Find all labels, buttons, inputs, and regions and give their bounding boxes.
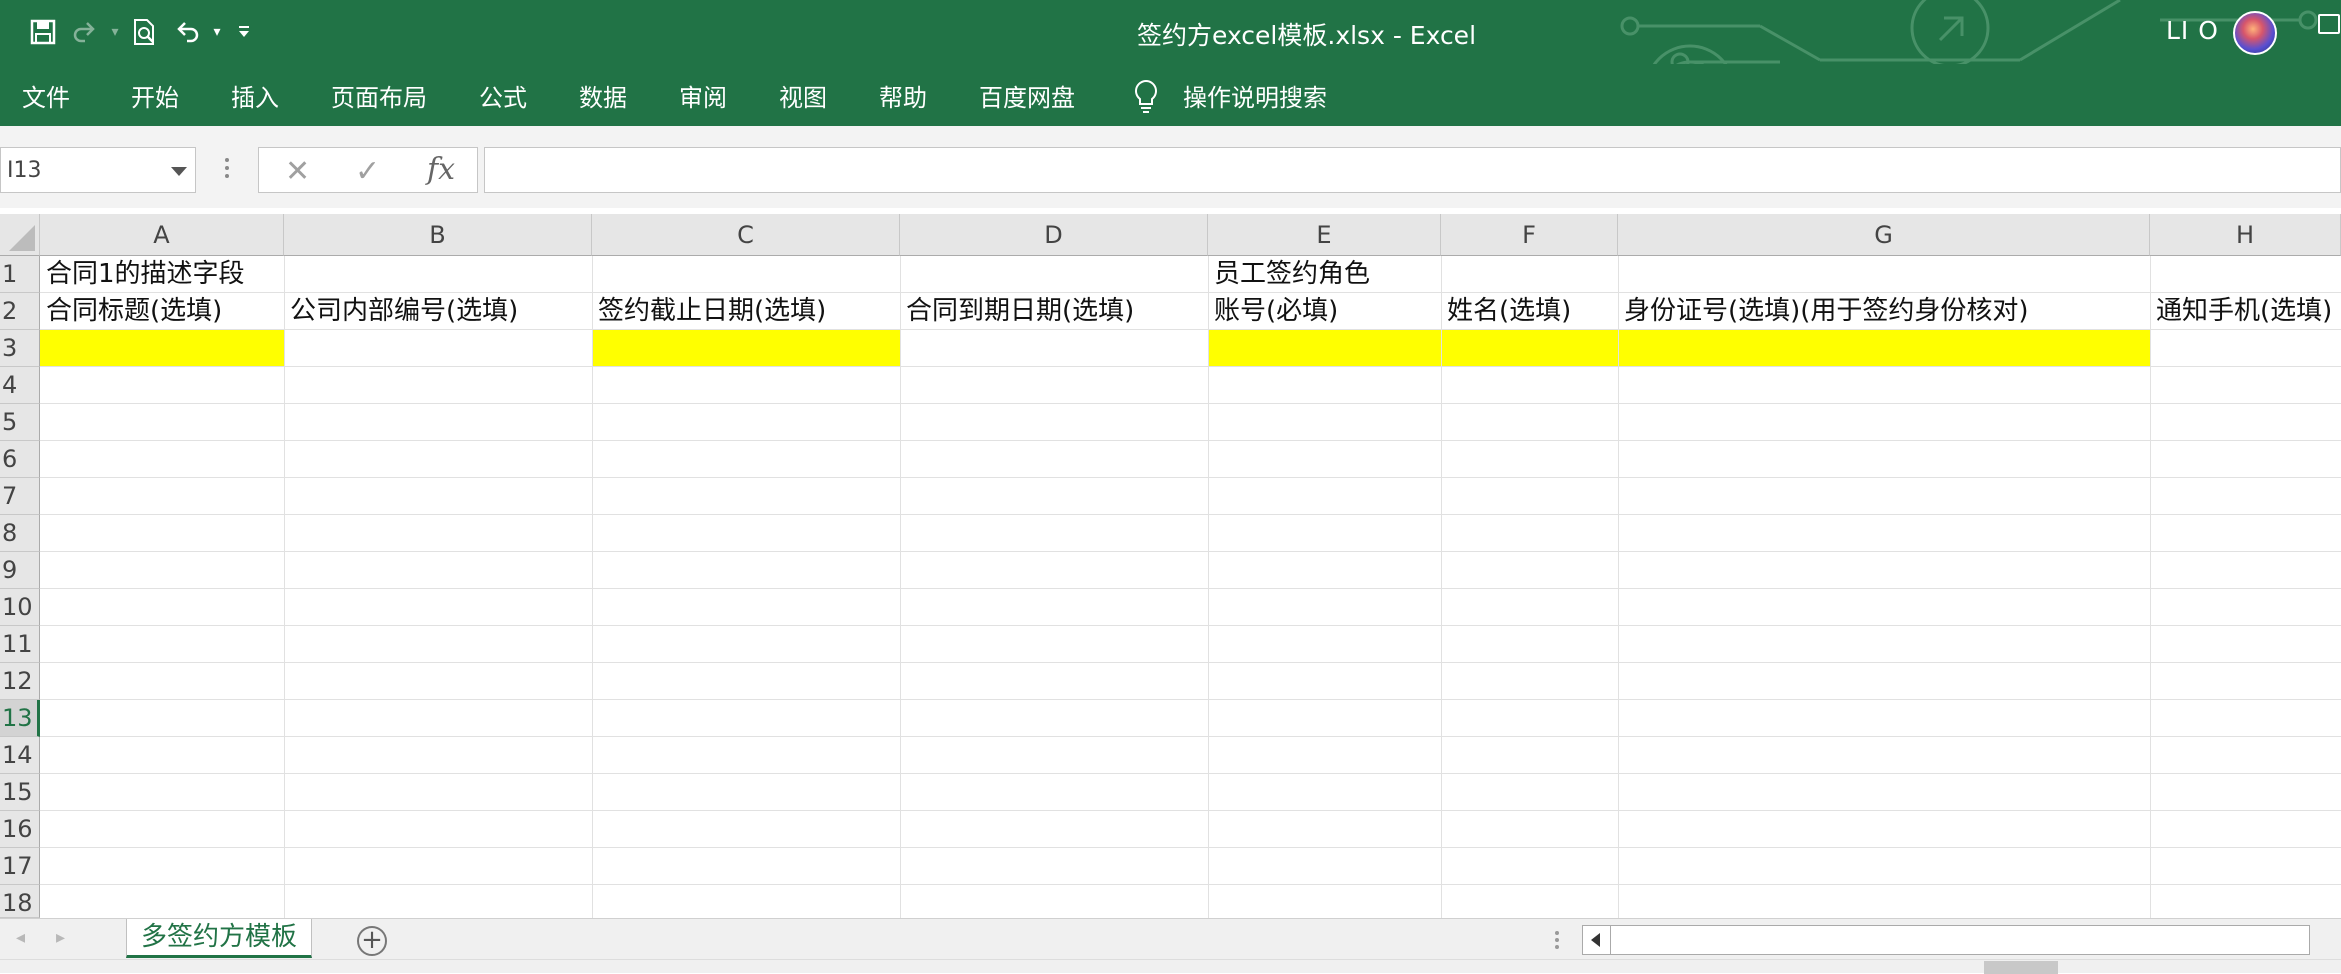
cell-a2[interactable]: 合同标题(选填) xyxy=(40,293,284,330)
row-header-12[interactable]: 12 xyxy=(0,663,40,700)
formula-input[interactable] xyxy=(484,147,2341,193)
avatar[interactable] xyxy=(2233,11,2277,55)
row-header-5[interactable]: 5 xyxy=(0,404,40,441)
row-header-6[interactable]: 6 xyxy=(0,441,40,478)
title-bar: ▾ ▾ 签约方excel模板.xlsx - Excel LI O xyxy=(0,0,2341,126)
name-box-value: I13 xyxy=(7,158,42,183)
tab-file[interactable]: 文件 xyxy=(22,78,70,113)
tab-formulas[interactable]: 公式 xyxy=(479,78,527,113)
row-header-1[interactable]: 1 xyxy=(0,256,40,293)
insert-function-icon[interactable]: fx xyxy=(427,152,455,187)
column-header-f[interactable]: F xyxy=(1441,214,1618,256)
formula-bar: I13 ✕ ✓ fx xyxy=(0,126,2341,208)
column-header-h[interactable]: H xyxy=(2150,214,2341,256)
tab-page-layout[interactable]: 页面布局 xyxy=(331,78,427,113)
row-header-8[interactable]: 8 xyxy=(0,515,40,552)
column-header-g[interactable]: G xyxy=(1618,214,2150,256)
row-header-17[interactable]: 17 xyxy=(0,848,40,885)
cell-a3[interactable] xyxy=(40,330,284,367)
resize-handle-icon[interactable] xyxy=(225,158,229,182)
print-preview-icon[interactable] xyxy=(124,14,166,50)
column-header-a[interactable]: A xyxy=(40,214,284,256)
row-header-4[interactable]: 4 xyxy=(0,367,40,404)
tell-me-search[interactable]: 操作说明搜索 xyxy=(1183,78,1327,113)
row-header-13[interactable]: 13 xyxy=(0,700,40,737)
row-header-15[interactable]: 15 xyxy=(0,774,40,811)
column-header-b[interactable]: B xyxy=(284,214,592,256)
row-header-10[interactable]: 10 xyxy=(0,589,40,626)
column-header-c[interactable]: C xyxy=(592,214,900,256)
horizontal-scrollbar[interactable] xyxy=(1582,925,2310,955)
cell-g2[interactable]: 身份证号(选填)(用于签约身份核对) xyxy=(1618,293,2150,330)
cancel-icon[interactable]: ✕ xyxy=(285,154,310,189)
ribbon-tabs: 文件 开始 插入 页面布局 公式 数据 审阅 视图 帮助 百度网盘 xyxy=(0,64,2341,126)
redo-icon[interactable] xyxy=(64,14,106,50)
sheet-tab[interactable]: 多签约方模板 xyxy=(126,919,312,958)
chevron-right-icon[interactable]: ▸ xyxy=(56,927,65,948)
row-header-9[interactable]: 9 xyxy=(0,552,40,589)
name-box[interactable]: I13 xyxy=(0,147,196,193)
row-header-11[interactable]: 11 xyxy=(0,626,40,663)
column-header-d[interactable]: D xyxy=(900,214,1208,256)
cell-b2[interactable]: 公司内部编号(选填) xyxy=(284,293,592,330)
page-break-view-button[interactable] xyxy=(2156,961,2230,974)
worksheet-grid[interactable]: A B C D E F G H 1 2 3 4 5 6 7 8 9 10 11 … xyxy=(0,208,2341,918)
undo-icon[interactable] xyxy=(166,14,208,50)
cell-c2[interactable]: 签约截止日期(选填) xyxy=(592,293,900,330)
enter-icon[interactable]: ✓ xyxy=(355,154,380,189)
cell-area[interactable]: 合同1的描述字段 员工签约角色 合同标题(选填) 公司内部编号(选填) 签约截止… xyxy=(40,256,2341,955)
lightbulb-icon xyxy=(1135,79,1157,113)
row-header-14[interactable]: 14 xyxy=(0,737,40,774)
cell-d2[interactable]: 合同到期日期(选填) xyxy=(900,293,1208,330)
row-header-18[interactable]: 18 xyxy=(0,885,40,918)
status-bar xyxy=(0,959,2341,974)
formula-buttons: ✕ ✓ fx xyxy=(258,147,478,193)
tab-view[interactable]: 视图 xyxy=(779,78,827,113)
row-header-3[interactable]: 3 xyxy=(0,330,40,367)
resize-handle-icon[interactable] xyxy=(1555,931,1559,953)
sheet-tab-bar: ◂ ▸ 多签约方模板 + xyxy=(0,918,2341,959)
cell-e2[interactable]: 账号(必填) xyxy=(1208,293,1441,330)
chevron-down-icon[interactable] xyxy=(171,167,187,176)
normal-view-button[interactable] xyxy=(1984,961,2058,974)
tab-data[interactable]: 数据 xyxy=(579,78,627,113)
ribbon-display-options-icon[interactable] xyxy=(2318,14,2340,34)
scroll-left-icon[interactable] xyxy=(1583,926,1611,954)
row-header-2[interactable]: 2 xyxy=(0,293,40,330)
column-header-e[interactable]: E xyxy=(1208,214,1441,256)
add-sheet-icon[interactable]: + xyxy=(357,926,387,956)
window-title: 签约方excel模板.xlsx - Excel xyxy=(1137,21,1477,50)
row-header-7[interactable]: 7 xyxy=(0,478,40,515)
tab-home[interactable]: 开始 xyxy=(131,78,179,113)
page-layout-view-button[interactable] xyxy=(2070,961,2144,974)
chevron-left-icon[interactable]: ◂ xyxy=(16,927,25,948)
cell-e1[interactable]: 员工签约角色 xyxy=(1208,256,2150,293)
customize-toolbar-icon[interactable] xyxy=(226,14,262,50)
tab-review[interactable]: 审阅 xyxy=(679,78,727,113)
user-name[interactable]: LI O xyxy=(2166,16,2219,45)
row-header-16[interactable]: 16 xyxy=(0,811,40,848)
tab-help[interactable]: 帮助 xyxy=(879,78,927,113)
cell-c3[interactable] xyxy=(592,330,900,367)
cell-h2[interactable]: 通知手机(选填) xyxy=(2150,293,2341,330)
cell-e3-g3[interactable] xyxy=(1208,330,2150,367)
redo-dropdown-icon[interactable]: ▾ xyxy=(106,24,124,40)
undo-dropdown-icon[interactable]: ▾ xyxy=(208,24,226,40)
cell-f2[interactable]: 姓名(选填) xyxy=(1441,293,1618,330)
tab-insert[interactable]: 插入 xyxy=(231,78,279,113)
save-icon[interactable] xyxy=(22,14,64,50)
select-all-button[interactable] xyxy=(0,214,40,256)
tab-baidu-netdisk[interactable]: 百度网盘 xyxy=(979,78,1075,113)
cell-a1[interactable]: 合同1的描述字段 xyxy=(40,256,1208,293)
quick-access-toolbar: ▾ ▾ xyxy=(22,14,262,50)
